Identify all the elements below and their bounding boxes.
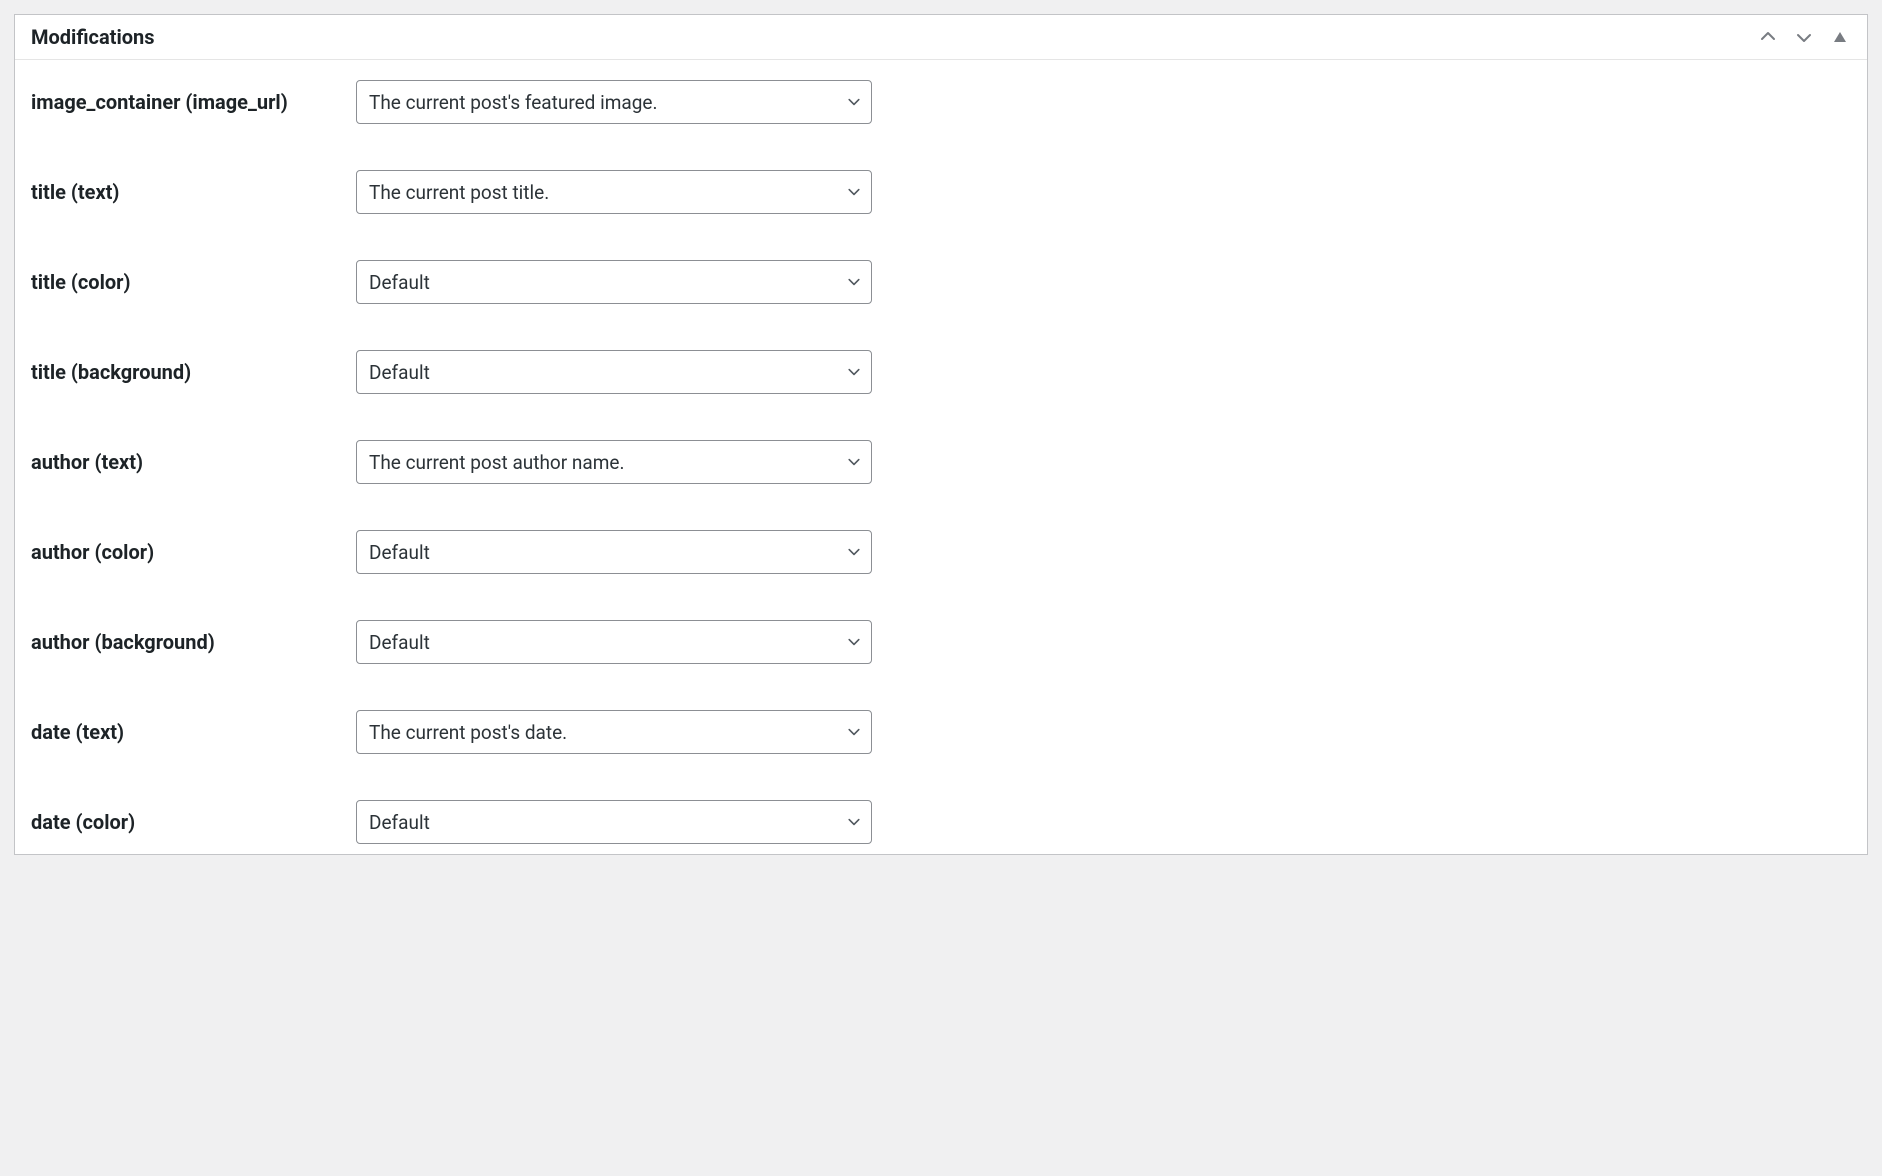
field-row-title-color: title (color) Default	[31, 260, 1851, 304]
panel-title: Modifications	[31, 25, 155, 49]
field-row-title-background: title (background) Default	[31, 350, 1851, 394]
select-wrap: Default	[356, 530, 872, 574]
field-label: title (text)	[31, 180, 356, 204]
field-row-image-container-image-url: image_container (image_url) The current …	[31, 80, 1851, 124]
select-title-background[interactable]: Default	[356, 350, 872, 394]
field-label: author (background)	[31, 630, 356, 654]
field-label: title (color)	[31, 270, 356, 294]
field-label: date (color)	[31, 810, 356, 834]
select-wrap: The current post title.	[356, 170, 872, 214]
select-wrap: The current post author name.	[356, 440, 872, 484]
select-date-text[interactable]: The current post's date.	[356, 710, 872, 754]
move-down-icon[interactable]	[1793, 26, 1815, 48]
panel-body: image_container (image_url) The current …	[15, 60, 1867, 854]
field-label: author (text)	[31, 450, 356, 474]
field-row-title-text: title (text) The current post title.	[31, 170, 1851, 214]
field-label: image_container (image_url)	[31, 90, 356, 114]
field-row-author-background: author (background) Default	[31, 620, 1851, 664]
field-label: title (background)	[31, 360, 356, 384]
move-up-icon[interactable]	[1757, 26, 1779, 48]
select-wrap: Default	[356, 350, 872, 394]
select-author-text[interactable]: The current post author name.	[356, 440, 872, 484]
select-wrap: Default	[356, 260, 872, 304]
select-image-container-image-url[interactable]: The current post's featured image.	[356, 80, 872, 124]
field-label: author (color)	[31, 540, 356, 564]
panel-header: Modifications	[15, 15, 1867, 60]
select-title-text[interactable]: The current post title.	[356, 170, 872, 214]
panel-controls	[1757, 26, 1851, 48]
field-row-date-color: date (color) Default	[31, 800, 1851, 844]
select-wrap: The current post's date.	[356, 710, 872, 754]
field-label: date (text)	[31, 720, 356, 744]
field-row-author-text: author (text) The current post author na…	[31, 440, 1851, 484]
modifications-panel: Modifications image_container (image_url…	[14, 14, 1868, 855]
select-wrap: Default	[356, 620, 872, 664]
select-wrap: Default	[356, 800, 872, 844]
field-row-date-text: date (text) The current post's date.	[31, 710, 1851, 754]
select-wrap: The current post's featured image.	[356, 80, 872, 124]
select-date-color[interactable]: Default	[356, 800, 872, 844]
select-author-background[interactable]: Default	[356, 620, 872, 664]
select-author-color[interactable]: Default	[356, 530, 872, 574]
field-row-author-color: author (color) Default	[31, 530, 1851, 574]
collapse-toggle-icon[interactable]	[1829, 26, 1851, 48]
select-title-color[interactable]: Default	[356, 260, 872, 304]
